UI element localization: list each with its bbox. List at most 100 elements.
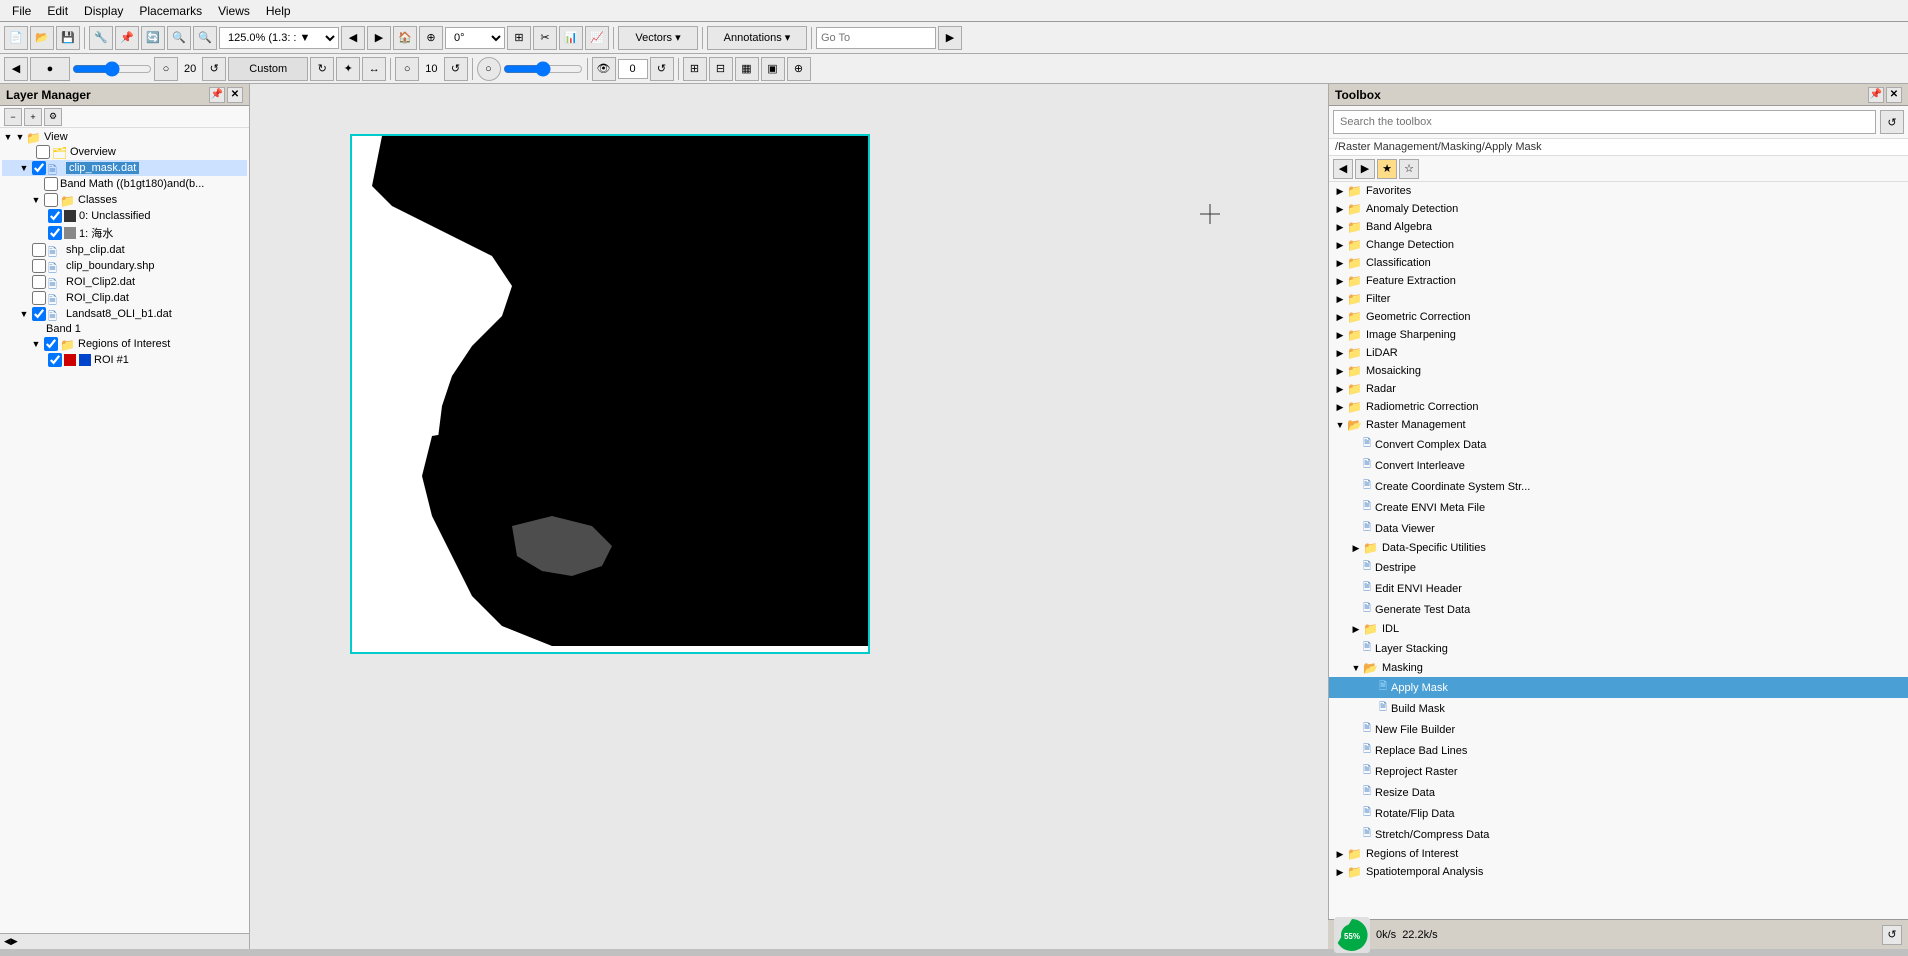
menu-edit[interactable]: Edit [39, 2, 76, 20]
tool-filter[interactable]: ▶ 📁 Filter [1329, 290, 1908, 308]
tool-build-mask[interactable]: 🗎 Build Mask [1329, 698, 1908, 719]
tb2-num3-input[interactable] [618, 59, 648, 79]
view-expand2-icon[interactable]: ▼ [14, 131, 26, 143]
tb2-btn-1[interactable]: ◀ [4, 57, 28, 81]
tool-btn-5[interactable]: ⊞ [507, 26, 531, 50]
nav-btn-2[interactable]: ▶ [367, 26, 391, 50]
tb2-expand[interactable]: ⊞ [683, 57, 707, 81]
tool-classification[interactable]: ▶ 📁 Classification [1329, 254, 1908, 272]
tb2-btn-9[interactable]: ↺ [444, 57, 468, 81]
status-refresh-btn[interactable]: ↺ [1882, 925, 1902, 945]
annotations-btn[interactable]: Annotations ▾ [707, 26, 807, 50]
tb2-btn-5[interactable]: ↻ [310, 57, 334, 81]
clip-mask-checkbox[interactable] [32, 161, 46, 175]
vectors-btn[interactable]: Vectors ▾ [618, 26, 698, 50]
toolbox-refresh-btn[interactable]: ↺ [1880, 110, 1904, 134]
tool-favorites[interactable]: ▶ 📁 Favorites [1329, 182, 1908, 200]
roi-folder-checkbox[interactable] [44, 337, 58, 351]
tool-raster-management[interactable]: ▼ 📂 Raster Management [1329, 416, 1908, 434]
zoom-dropdown[interactable]: 125.0% (1.3: : ▼ [219, 27, 339, 49]
tb2-btn-7[interactable]: ↔ [362, 57, 386, 81]
tree-roi1[interactable]: ROI #1 [2, 352, 247, 368]
tool-create-coordinate[interactable]: 🗎 Create Coordinate System Str... [1329, 476, 1908, 497]
landsat-checkbox[interactable] [32, 307, 46, 321]
nav-btn-3[interactable]: 🏠 [393, 26, 417, 50]
menu-help[interactable]: Help [258, 2, 299, 20]
tool-feature-extraction[interactable]: ▶ 📁 Feature Extraction [1329, 272, 1908, 290]
tree-roi-folder[interactable]: ▼ 📁 Regions of Interest [2, 336, 247, 352]
tree-view-root[interactable]: ▼ ▼ 📁 View [2, 130, 247, 144]
band-math-checkbox[interactable] [44, 177, 58, 191]
tool-create-envi-meta[interactable]: 🗎 Create ENVI Meta File [1329, 497, 1908, 518]
tool-replace-bad-lines[interactable]: 🗎 Replace Bad Lines [1329, 740, 1908, 761]
custom-btn[interactable]: Custom [228, 57, 308, 81]
view-expand-icon[interactable]: ▼ [2, 131, 14, 143]
tb2-btn-6[interactable]: ✦ [336, 57, 360, 81]
tool-apply-mask[interactable]: 🗎 Apply Mask [1329, 677, 1908, 698]
angle-dropdown[interactable]: 0° [445, 27, 505, 49]
layer-manager-pin[interactable]: 📌 [209, 87, 225, 103]
seawater-checkbox[interactable] [48, 226, 62, 240]
tool-stretch-compress[interactable]: 🗎 Stretch/Compress Data [1329, 824, 1908, 845]
tool-btn-3[interactable]: 🔄 [141, 26, 165, 50]
tool-regions-of-interest[interactable]: ▶ 📁 Regions of Interest [1329, 845, 1908, 863]
tb2-contract[interactable]: ⊟ [709, 57, 733, 81]
tree-landsat[interactable]: ▼ 🗎 Landsat8_OLI_b1.dat [2, 306, 247, 322]
nav-btn-1[interactable]: ◀ [341, 26, 365, 50]
tool-radiometric-correction[interactable]: ▶ 📁 Radiometric Correction [1329, 398, 1908, 416]
tree-clip-mask[interactable]: ▼ 🗎 clip_mask.dat [2, 160, 247, 176]
tool-generate-test[interactable]: 🗎 Generate Test Data [1329, 599, 1908, 620]
tool-new-file-builder[interactable]: 🗎 New File Builder [1329, 719, 1908, 740]
tb2-btn-4[interactable]: ↺ [202, 57, 226, 81]
menu-display[interactable]: Display [76, 2, 131, 20]
tree-roi-clip[interactable]: 🗎 ROI_Clip.dat [2, 290, 247, 306]
save-btn[interactable]: 💾 [56, 26, 80, 50]
classes-expand[interactable]: ▼ [30, 194, 42, 206]
tool-btn-2[interactable]: 📌 [115, 26, 139, 50]
tool-convert-interleave[interactable]: 🗎 Convert Interleave [1329, 455, 1908, 476]
tool-convert-complex[interactable]: 🗎 Convert Complex Data [1329, 434, 1908, 455]
tool-radar[interactable]: ▶ 📁 Radar [1329, 380, 1908, 398]
classes-checkbox[interactable] [44, 193, 58, 207]
toolbox-forward-btn[interactable]: ▶ [1355, 159, 1375, 179]
toolbox-star-btn[interactable]: ★ [1377, 159, 1397, 179]
tool-band-algebra[interactable]: ▶ 📁 Band Algebra [1329, 218, 1908, 236]
menu-placemarks[interactable]: Placemarks [131, 2, 210, 20]
goto-btn[interactable]: ▶ [938, 26, 962, 50]
tree-classes[interactable]: ▼ 📁 Classes [2, 192, 247, 208]
tool-layer-stacking[interactable]: 🗎 Layer Stacking [1329, 638, 1908, 659]
tree-band-math[interactable]: Band Math ((b1gt180)and(b... [2, 176, 247, 192]
open-btn[interactable]: 📂 [30, 26, 54, 50]
tb2-circle[interactable]: ○ [477, 57, 501, 81]
tool-btn-4[interactable]: 🔍 [167, 26, 191, 50]
tool-masking[interactable]: ▼ 📂 Masking [1329, 659, 1908, 677]
shp-clip-checkbox[interactable] [32, 243, 46, 257]
tree-seawater[interactable]: 1: 海水 [2, 224, 247, 242]
tool-image-sharpening[interactable]: ▶ 📁 Image Sharpening [1329, 326, 1908, 344]
tool-geometric-correction[interactable]: ▶ 📁 Geometric Correction [1329, 308, 1908, 326]
clip-boundary-checkbox[interactable] [32, 259, 46, 273]
tool-edit-envi-header[interactable]: 🗎 Edit ENVI Header [1329, 578, 1908, 599]
layer-manager-scrollbar[interactable]: ◀▶ [0, 933, 249, 949]
toolbox-star2-btn[interactable]: ☆ [1399, 159, 1419, 179]
tree-unclassified[interactable]: 0: Unclassified [2, 208, 247, 224]
tool-reproject-raster[interactable]: 🗎 Reproject Raster [1329, 761, 1908, 782]
zoom-out-btn[interactable]: 🔍 [193, 26, 217, 50]
tree-overview[interactable]: 🗂 Overview [2, 144, 247, 160]
tool-data-specific[interactable]: ▶ 📁 Data-Specific Utilities [1329, 539, 1908, 557]
tool-btn-7[interactable]: 📊 [559, 26, 583, 50]
tool-btn-6[interactable]: ✂ [533, 26, 557, 50]
tool-data-viewer[interactable]: 🗎 Data Viewer [1329, 518, 1908, 539]
tool-btn-8[interactable]: 📈 [585, 26, 609, 50]
tree-band1[interactable]: Band 1 [2, 322, 247, 336]
layer-settings[interactable]: ⚙ [44, 108, 62, 126]
tree-shp-clip[interactable]: 🗎 shp_clip.dat [2, 242, 247, 258]
tool-mosaicking[interactable]: ▶ 📁 Mosaicking [1329, 362, 1908, 380]
toolbox-pin[interactable]: 📌 [1868, 87, 1884, 103]
menu-file[interactable]: File [4, 2, 39, 20]
tool-rotate-flip[interactable]: 🗎 Rotate/Flip Data [1329, 803, 1908, 824]
tool-resize-data[interactable]: 🗎 Resize Data [1329, 782, 1908, 803]
landsat-expand[interactable]: ▼ [18, 308, 30, 320]
overview-checkbox[interactable] [36, 145, 50, 159]
roi-clip-checkbox[interactable] [32, 291, 46, 305]
